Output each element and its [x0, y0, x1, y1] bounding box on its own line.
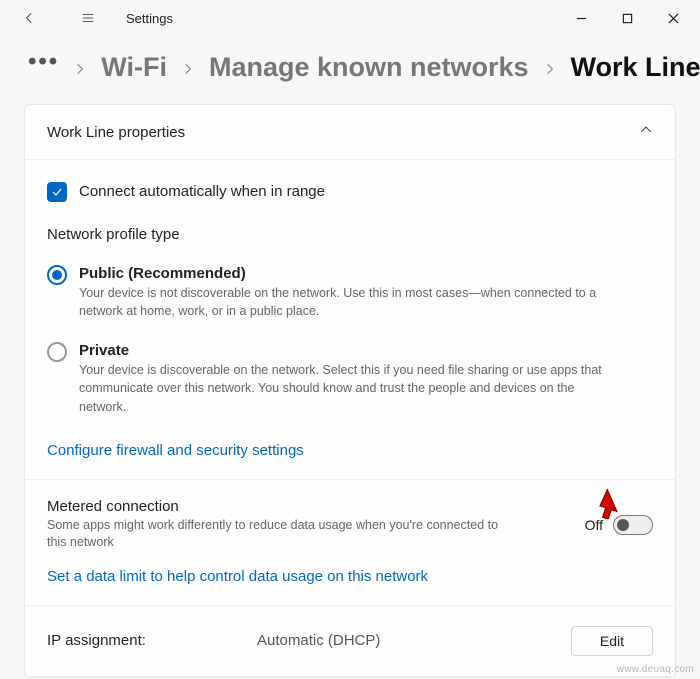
menu-button[interactable]: [68, 3, 108, 33]
metered-desc: Some apps might work differently to redu…: [47, 517, 517, 552]
titlebar: Settings: [0, 0, 700, 36]
metered-row: Metered connection Some apps might work …: [47, 480, 653, 556]
chevron-right-icon: [181, 52, 195, 83]
breadcrumb-current: Work Line: [571, 52, 700, 83]
radio-private[interactable]: Private Your device is discoverable on t…: [47, 334, 653, 429]
ip-assignment-value: Automatic (DHCP): [257, 632, 571, 649]
divider: [25, 676, 675, 677]
ip-assignment-row: IP assignment: Automatic (DHCP) Edit: [47, 606, 653, 676]
radio-private-title: Private: [79, 342, 624, 359]
firewall-link[interactable]: Configure firewall and security settings: [47, 430, 653, 479]
breadcrumb-wifi[interactable]: Wi-Fi: [101, 52, 167, 83]
radio-private-control[interactable]: [47, 342, 67, 362]
breadcrumb-manage[interactable]: Manage known networks: [209, 52, 529, 83]
chevron-right-icon: [73, 52, 87, 83]
breadcrumb-ellipsis[interactable]: •••: [28, 48, 59, 86]
maximize-button[interactable]: [604, 3, 650, 33]
ip-assignment-label: IP assignment:: [47, 632, 257, 649]
back-button[interactable]: [10, 3, 50, 33]
profile-type-title: Network profile type: [47, 216, 653, 257]
auto-connect-checkbox[interactable]: [47, 182, 67, 202]
datalimit-link[interactable]: Set a data limit to help control data us…: [47, 556, 653, 605]
auto-connect-label: Connect automatically when in range: [79, 182, 325, 200]
close-button[interactable]: [650, 3, 696, 33]
minimize-button[interactable]: [558, 3, 604, 33]
breadcrumb: ••• Wi-Fi Manage known networks Work Lin…: [0, 36, 700, 104]
app-title: Settings: [126, 11, 173, 26]
chevron-right-icon: [543, 52, 557, 83]
watermark: www.deuaq.com: [617, 664, 694, 675]
chevron-up-icon: [639, 123, 653, 141]
card-header[interactable]: Work Line properties: [25, 105, 675, 160]
metered-title: Metered connection: [47, 498, 517, 515]
properties-card: Work Line properties Connect automatical…: [24, 104, 676, 678]
ip-edit-button[interactable]: Edit: [571, 626, 653, 656]
radio-public-desc: Your device is not discoverable on the n…: [79, 284, 624, 320]
auto-connect-row[interactable]: Connect automatically when in range: [47, 168, 653, 216]
radio-public-control[interactable]: [47, 265, 67, 285]
radio-public-title: Public (Recommended): [79, 265, 624, 282]
card-header-title: Work Line properties: [47, 124, 185, 141]
radio-private-desc: Your device is discoverable on the netwo…: [79, 361, 624, 415]
radio-public[interactable]: Public (Recommended) Your device is not …: [47, 257, 653, 334]
metered-toggle[interactable]: [613, 515, 653, 535]
